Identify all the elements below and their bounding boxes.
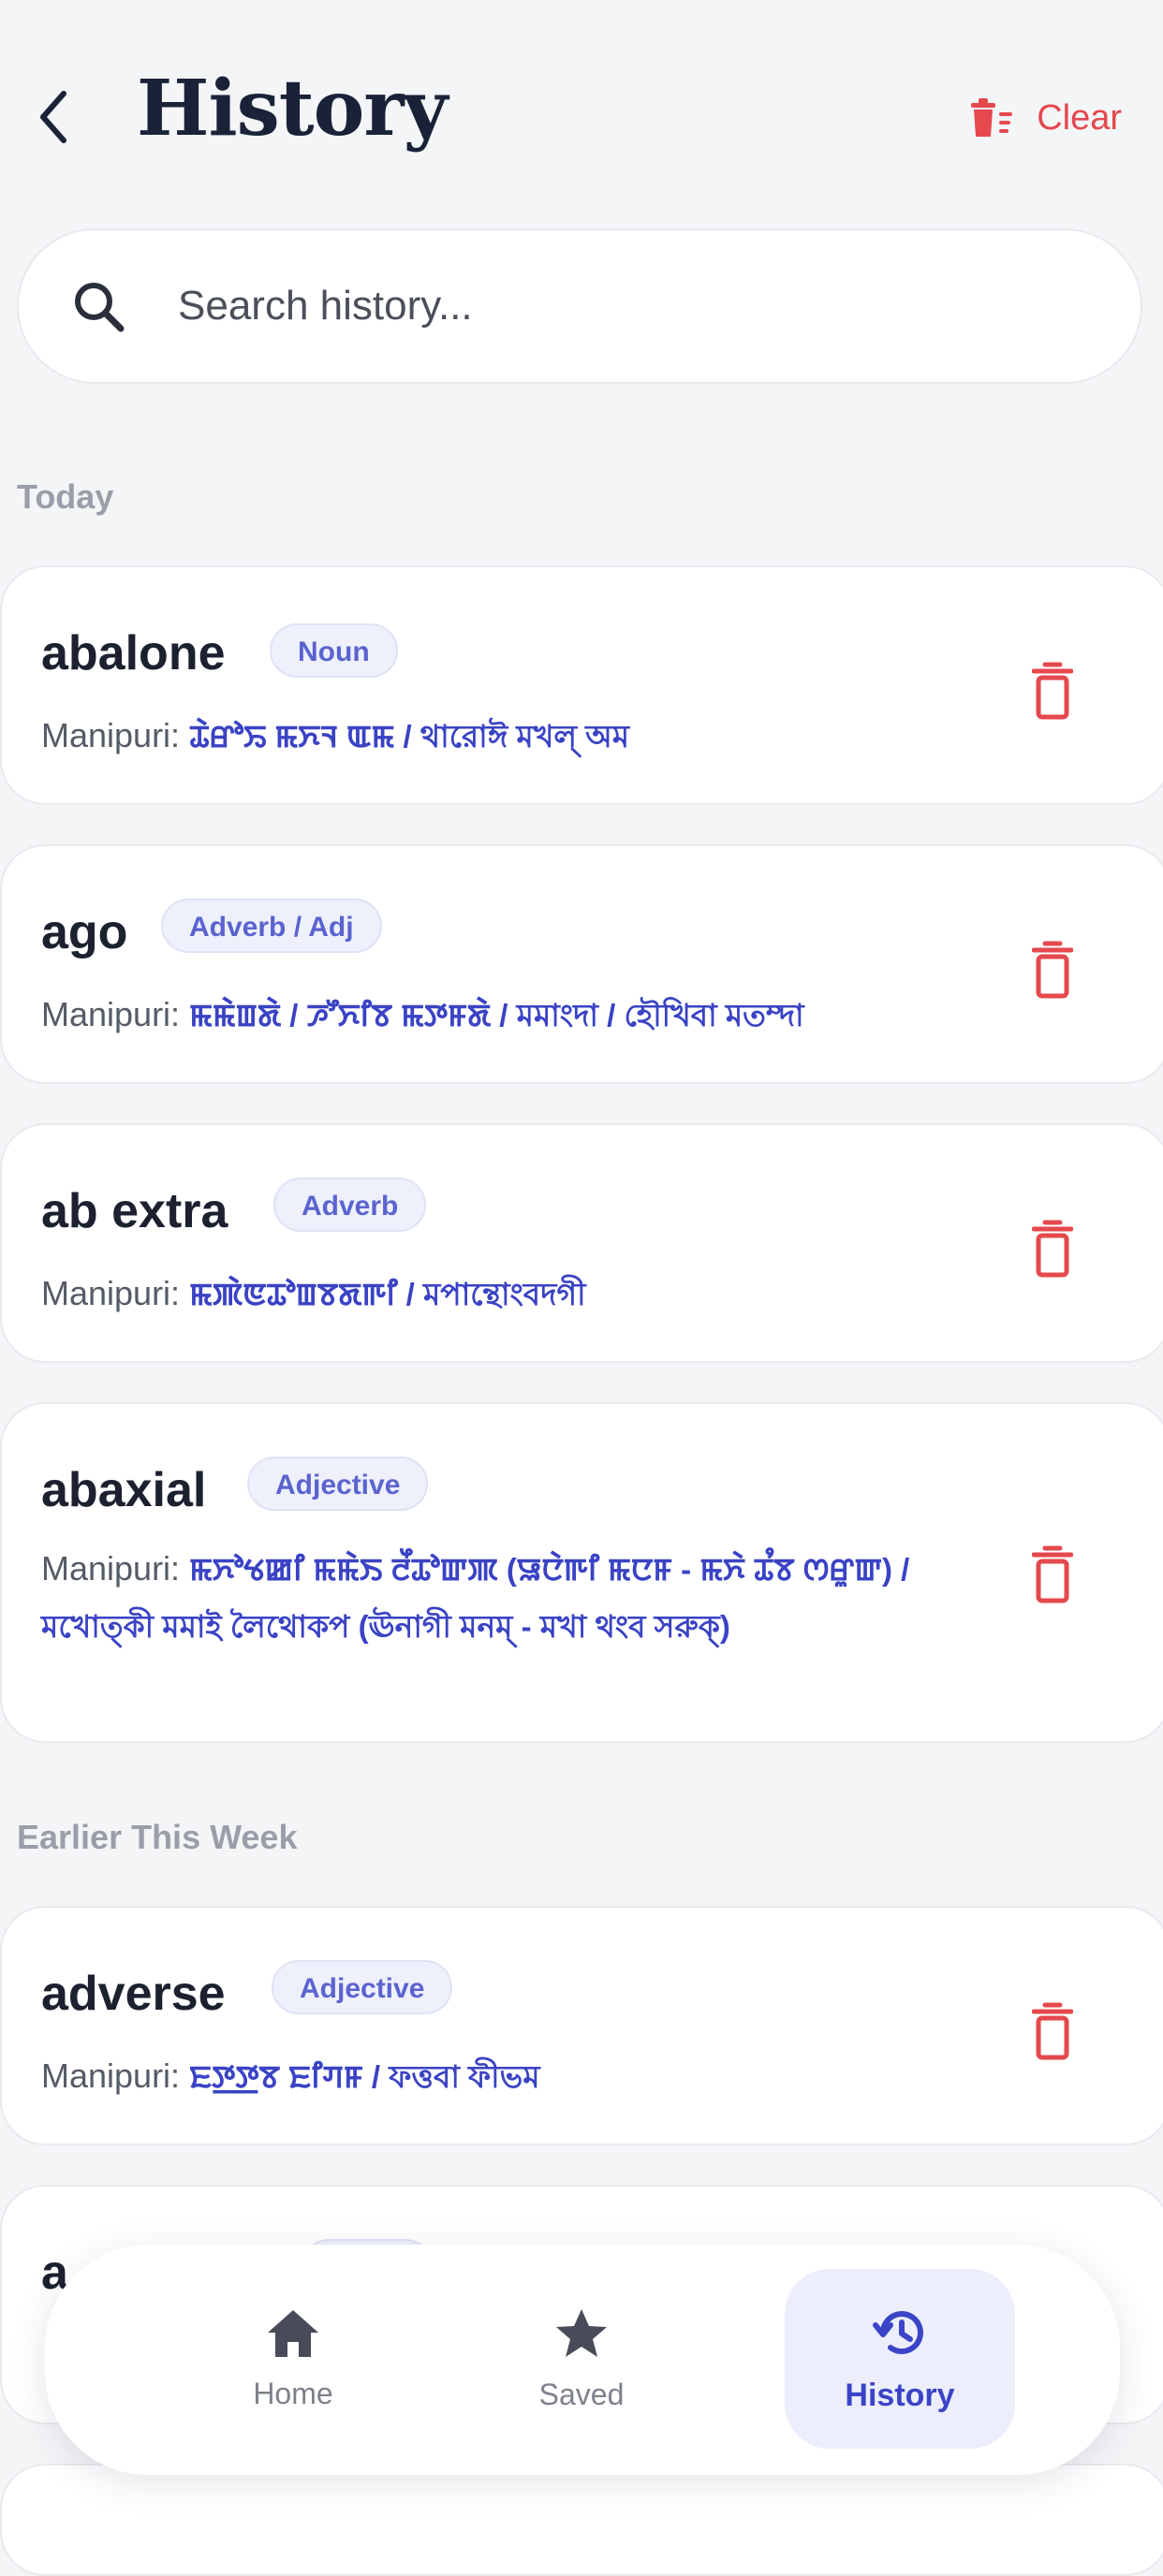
entry-word: abaxial [41, 1463, 207, 1517]
entry-word: ago [41, 905, 128, 959]
history-card[interactable]: adverse Adjective Manipuri: ꯐꯇ꯭ꯇꯕ ꯐꯤꯚꯝ /… [0, 1906, 1163, 2145]
meaning-value: ꯊꯥꯔꯣꯢ ꯃꯈꯜ ꯑꯃ / থারোঈ মখল্ অম [189, 719, 630, 754]
nav-saved-label: Saved [538, 2377, 625, 2411]
delete-button[interactable] [1023, 1211, 1082, 1286]
meaning-label: Manipuri: [41, 2056, 181, 2095]
chevron-left-icon [40, 91, 66, 143]
meaning-label: Manipuri: [41, 1274, 181, 1312]
pos-badge: Adverb [273, 1178, 427, 1232]
bottom-navigation: Home Saved History [45, 2245, 1120, 2475]
trash-icon [1032, 1220, 1073, 1278]
clear-button[interactable]: Clear [969, 97, 1122, 139]
pos-badge: Adjective [247, 1456, 429, 1511]
history-card[interactable]: ago Adverb / Adj Manipuri: ꯃꯃꯥꯡꯗꯥ / ꯍꯧꯈꯤ… [0, 844, 1163, 1084]
pos-badge: Adverb / Adj [161, 899, 382, 953]
entry-meaning: Manipuri: ꯊꯥꯔꯣꯢ ꯃꯈꯜ ꯑꯃ / থারোঈ মখল্ অম [41, 708, 940, 765]
search-icon [66, 273, 131, 339]
trash-icon [1032, 662, 1073, 720]
delete-button[interactable] [1023, 1994, 1082, 2069]
entry-meaning: Manipuri: ꯐꯇ꯭ꯇꯕ ꯐꯤꯚꯝ / ফত্তবা ফীভম [41, 2048, 940, 2105]
page-title: History [137, 64, 448, 154]
meaning-label: Manipuri: [41, 716, 181, 754]
trash-icon [1032, 1545, 1073, 1603]
meaning-value: ꯃꯃꯥꯡꯗꯥ / ꯍꯧꯈꯤꯕ ꯃꯇꯝꯗꯥ / মমাংদা / হৌখিবা ম… [189, 998, 804, 1032]
clear-label: Clear [1037, 97, 1122, 138]
nav-history-label: History [845, 2377, 955, 2413]
history-card[interactable]: abalone Noun Manipuri: ꯊꯥꯔꯣꯢ ꯃꯈꯜ ꯑꯃ / থা… [0, 565, 1163, 805]
history-card[interactable]: ab extra Adverb Manipuri: ꯃꯄꯥꯟꯊꯣꯡꯕꯗꯒꯤ / … [0, 1123, 1163, 1363]
back-button[interactable] [30, 84, 77, 150]
star-icon [556, 2308, 607, 2357]
clear-list-icon [971, 98, 1013, 137]
trash-icon [1032, 2002, 1073, 2060]
nav-saved[interactable]: Saved [466, 2269, 697, 2449]
entry-word: abalone [41, 626, 226, 681]
delete-button[interactable] [1023, 653, 1082, 728]
entry-word: adverse [41, 1967, 226, 2021]
nav-home[interactable]: Home [178, 2269, 408, 2449]
nav-history[interactable]: History [785, 2269, 1015, 2449]
home-icon [268, 2309, 318, 2357]
history-card[interactable] [0, 2464, 1163, 2576]
pos-badge: Adjective [272, 1960, 453, 2014]
search-bar[interactable] [17, 228, 1142, 384]
nav-home-label: Home [253, 2376, 333, 2410]
history-card[interactable]: abaxial Adjective Manipuri: ꯃꯈꯣꯠꯀꯤ ꯃꯃꯥꯏ … [0, 1402, 1163, 1743]
section-label-earlier: Earlier This Week [17, 1818, 298, 1856]
search-input[interactable] [176, 282, 1023, 330]
entry-word: ab extra [41, 1184, 228, 1238]
delete-button[interactable] [1023, 1537, 1082, 1612]
entry-meaning: Manipuri: ꯃꯈꯣꯠꯀꯤ ꯃꯃꯥꯏ ꯂꯩꯊꯣꯛꯄ (ꯎꯅꯥꯒꯤ ꯃꯅꯝ … [41, 1541, 940, 1655]
entry-meaning: Manipuri: ꯃꯄꯥꯟꯊꯣꯡꯕꯗꯒꯤ / মপান্থোংবদগী [41, 1266, 940, 1323]
entry-meaning: Manipuri: ꯃꯃꯥꯡꯗꯥ / ꯍꯧꯈꯤꯕ ꯃꯇꯝꯗꯥ / মমাংদা … [41, 987, 940, 1044]
meaning-value: ꯐꯇ꯭ꯇꯕ ꯐꯤꯚꯝ / ফত্তবা ফীভম [189, 2059, 540, 2094]
trash-icon [1032, 941, 1073, 999]
meaning-label: Manipuri: [41, 1549, 181, 1588]
meaning-value: ꯃꯄꯥꯟꯊꯣꯡꯕꯗꯒꯤ / মপান্থোংবদগী [189, 1277, 586, 1311]
meaning-label: Manipuri: [41, 995, 181, 1033]
history-icon [873, 2310, 923, 2354]
section-label-today: Today [17, 477, 114, 516]
header: History Clear [0, 0, 1163, 234]
delete-button[interactable] [1023, 932, 1082, 1007]
pos-badge: Noun [270, 623, 398, 678]
